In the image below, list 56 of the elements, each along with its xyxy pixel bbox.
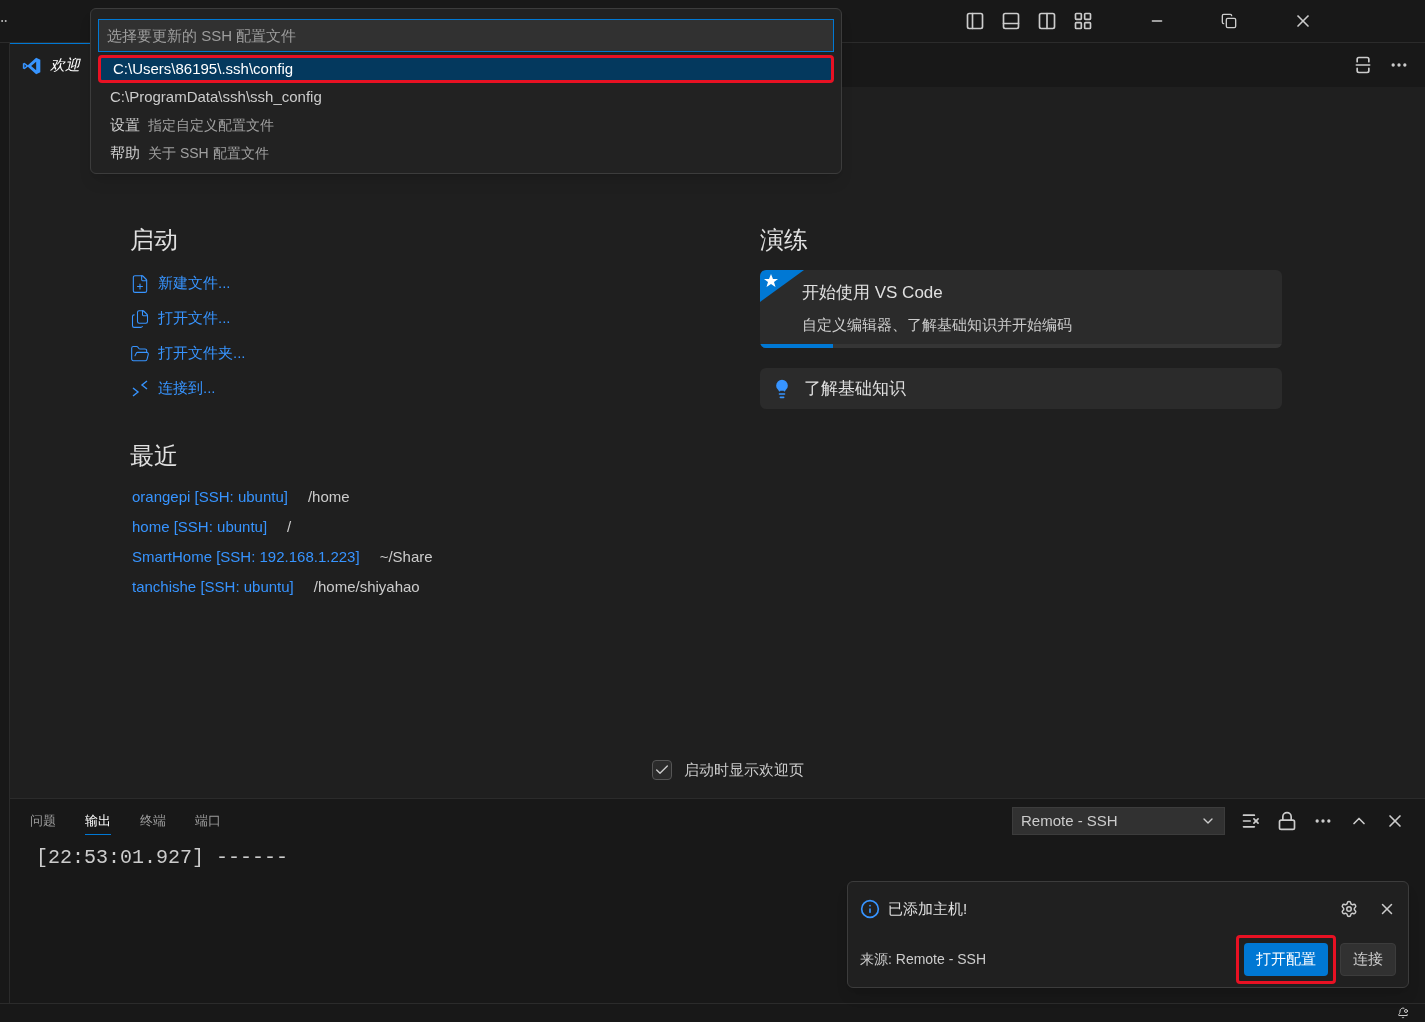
panel-tab[interactable]: 端口: [195, 807, 221, 835]
walkthrough-title: 开始使用 VS Code: [802, 282, 944, 304]
quick-pick-item[interactable]: C:\ProgramData\ssh\ssh_config: [98, 83, 834, 111]
recent-path: /home: [307, 486, 350, 507]
tab-title: 欢迎: [50, 55, 80, 76]
walkthrough-card[interactable]: 开始使用 VS Code 自定义编辑器、了解基础知识并开始编码: [760, 270, 1282, 348]
start-link[interactable]: 新建文件...: [158, 272, 231, 295]
new-file-icon: [130, 273, 150, 294]
vscode-logo-icon: [22, 55, 42, 76]
clear-output-icon[interactable]: [1241, 811, 1261, 831]
layout-icon[interactable]: [1073, 11, 1093, 31]
info-icon: [860, 899, 880, 920]
editor-tab[interactable]: 欢迎: [10, 43, 92, 87]
section-heading: 演练: [760, 225, 809, 255]
output-text: [22:53:01.927] ------: [35, 845, 290, 871]
recent-path: /home/shiyahao: [313, 576, 420, 597]
recent-link[interactable]: home [SSH: ubuntu]: [132, 515, 268, 539]
folder-icon: [130, 343, 150, 364]
panel-toggle-icon[interactable]: [1001, 11, 1021, 31]
quick-pick-item[interactable]: C:\Users\86195\.ssh\config: [98, 55, 834, 83]
notification-source: 来源: Remote - SSH: [860, 949, 987, 969]
panel-tab[interactable]: 问题: [30, 807, 56, 835]
sidebar-toggle-icon[interactable]: [965, 11, 985, 31]
recent-link[interactable]: SmartHome [SSH: 192.168.1.223]: [132, 545, 360, 569]
split-editor-icon[interactable]: [1353, 55, 1373, 75]
featured-star-icon: [760, 270, 804, 302]
recent-link[interactable]: orangepi [SSH: ubuntu]: [132, 485, 288, 509]
start-link[interactable]: 打开文件夹...: [158, 342, 246, 365]
bell-icon[interactable]: [1397, 1007, 1409, 1019]
secondary-sidebar-icon[interactable]: [1037, 11, 1057, 31]
recent-path: /: [287, 516, 292, 537]
walkthrough-card[interactable]: 了解基础知识: [760, 368, 1282, 409]
lock-icon[interactable]: [1277, 811, 1297, 831]
start-link[interactable]: 打开文件...: [158, 307, 231, 330]
notification-button[interactable]: 连接: [1340, 942, 1396, 976]
notification-button[interactable]: 打开配置: [1244, 942, 1328, 976]
remote-icon: [130, 378, 150, 399]
file-icon: [130, 308, 150, 329]
panel-tab[interactable]: 终端: [140, 807, 166, 835]
panel-tab[interactable]: 输出: [85, 807, 111, 835]
walkthrough-title: 了解基础知识: [804, 377, 906, 400]
recent-path: ~/Share: [379, 546, 433, 567]
section-heading: 最近: [130, 441, 179, 471]
start-link[interactable]: 连接到...: [158, 377, 216, 400]
section-heading: 启动: [130, 225, 179, 255]
recent-link[interactable]: tanchishe [SSH: ubuntu]: [132, 575, 294, 599]
quick-pick-item[interactable]: 帮助 关于 SSH 配置文件: [98, 139, 834, 167]
quick-pick-input[interactable]: 选择要更新的 SSH 配置文件: [98, 19, 834, 52]
restore-icon[interactable]: [1221, 13, 1237, 29]
settings-icon[interactable]: [1340, 900, 1358, 919]
notification-message: 已添加主机!: [888, 899, 968, 919]
quick-pick-item[interactable]: 设置 指定自定义配置文件: [98, 111, 834, 139]
channel-dropdown[interactable]: Remote - SSH: [1012, 807, 1225, 835]
walkthrough-description: 自定义编辑器、了解基础知识并开始编码: [802, 314, 1073, 335]
checkbox-label: 启动时显示欢迎页: [683, 759, 804, 780]
checkbox[interactable]: [651, 760, 672, 780]
